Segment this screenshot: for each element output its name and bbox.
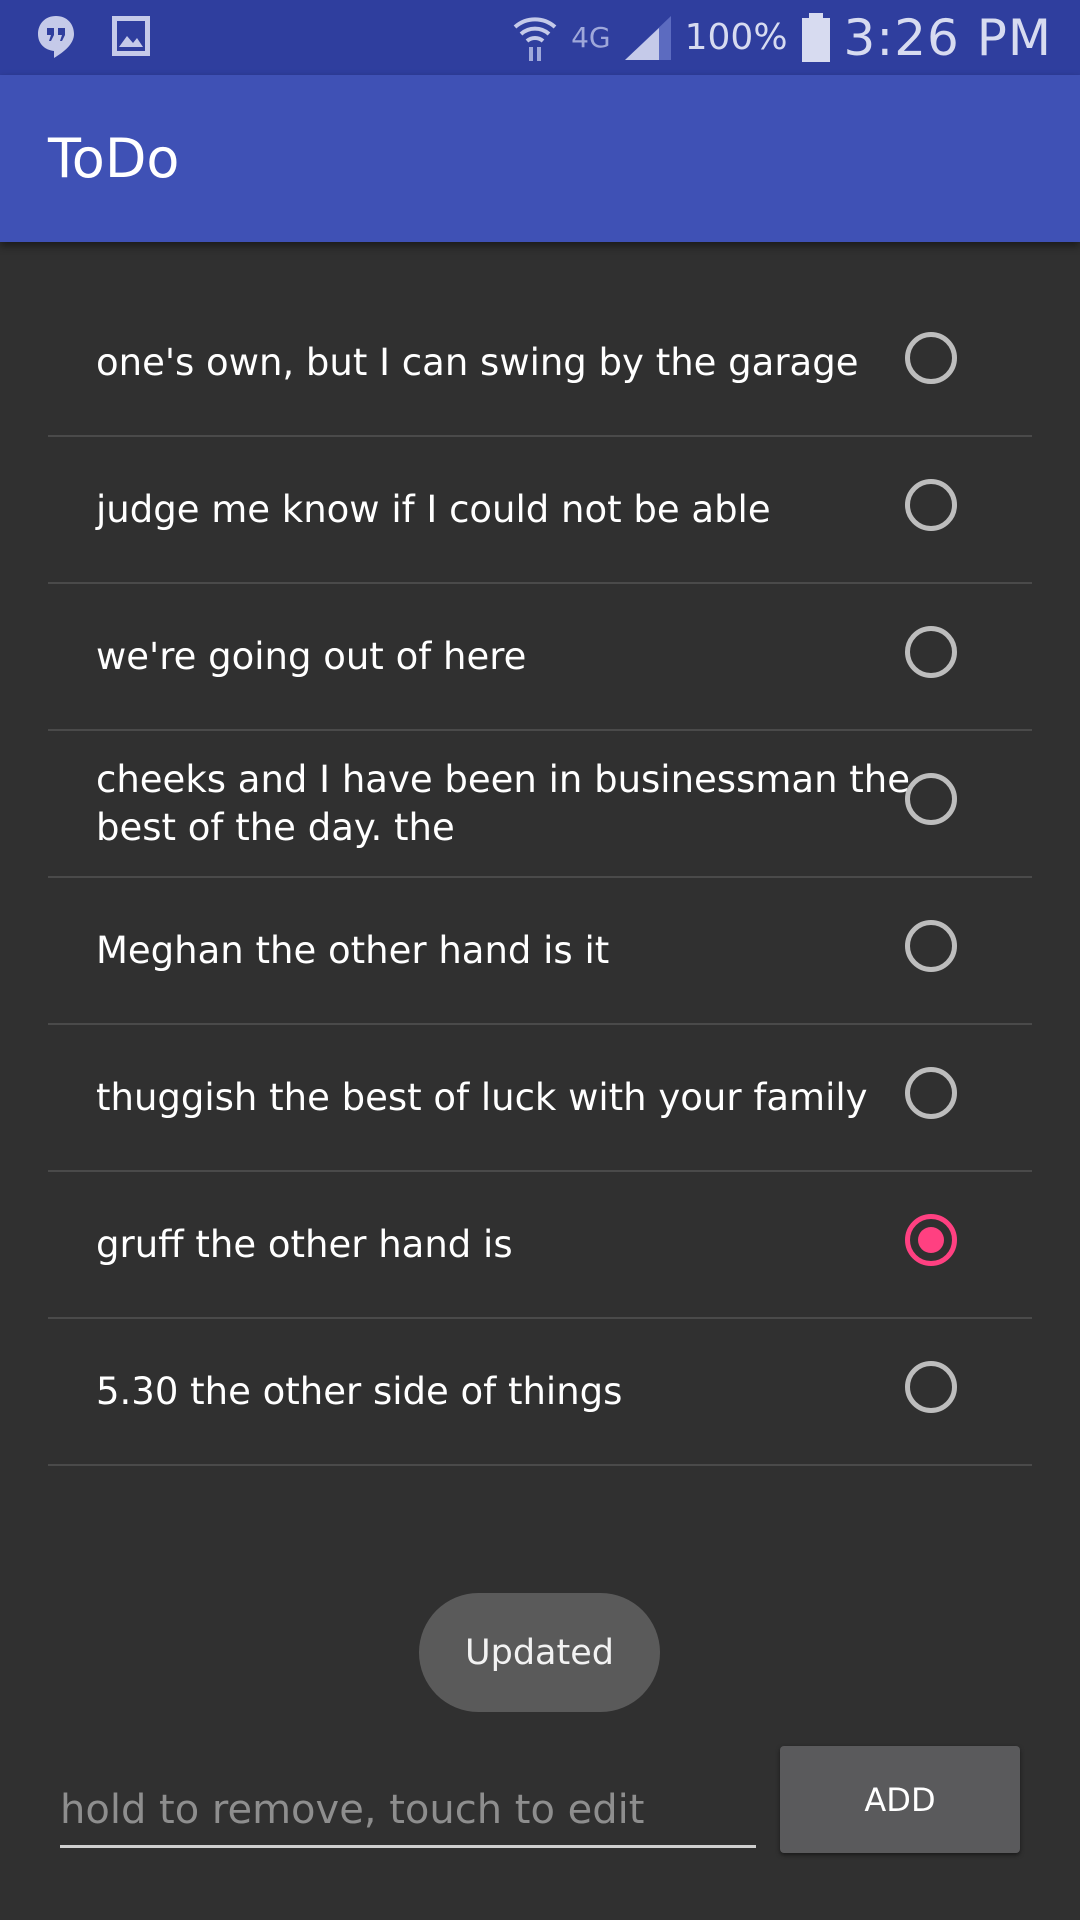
todo-text: 5.30 the other side of things [96,1369,623,1413]
notification-icons [36,14,152,60]
todo-item[interactable]: one's own, but I can swing by the garage [48,290,1032,437]
signal-icon [624,15,671,60]
todo-text: judge me know if I could not be able [96,487,771,531]
todo-text: cheeks and I have been in businessman th… [96,757,910,849]
toast-message: Updated [419,1593,660,1712]
battery-icon [801,12,830,62]
todo-item[interactable]: Meghan the other hand is it [48,878,1032,1025]
todo-radio-button[interactable] [905,920,957,972]
app-title: ToDo [48,127,180,190]
add-button[interactable]: ADD [780,1746,1020,1853]
battery-percent: 100% [684,17,788,58]
todo-radio-button-selected[interactable] [905,1214,957,1266]
todo-radio-button[interactable] [905,626,957,678]
todo-text: gruff the other hand is [96,1222,513,1266]
image-icon [112,16,150,56]
todo-item[interactable]: we're going out of here [48,584,1032,731]
todo-text: thuggish the best of luck with your fami… [96,1075,868,1119]
hangouts-icon [38,16,74,58]
todo-item[interactable]: gruff the other hand is [48,1172,1032,1319]
todo-radio-button[interactable] [905,1067,957,1119]
todo-item[interactable]: judge me know if I could not be able [48,437,1032,584]
todo-input-wrapper [60,1775,756,1848]
app-bar: ToDo [0,75,1080,242]
todo-item[interactable]: thuggish the best of luck with your fami… [48,1025,1032,1172]
todo-input[interactable] [60,1775,756,1845]
todo-list: one's own, but I can swing by the garage… [48,290,1032,1466]
wifi-icon [513,16,557,61]
todo-radio-button[interactable] [905,332,957,384]
todo-text: one's own, but I can swing by the garage [96,340,859,384]
clock: 3:26 PM [843,8,1052,67]
todo-radio-button[interactable] [905,1361,957,1413]
todo-item[interactable]: 5.30 the other side of things [48,1319,1032,1466]
todo-item[interactable]: cheeks and I have been in businessman th… [48,731,1032,878]
status-right: 4G 100% 3:26 PM [511,0,1052,75]
todo-radio-button[interactable] [905,773,957,825]
status-bar: 4G 100% 3:26 PM [0,0,1080,75]
todo-radio-button[interactable] [905,479,957,531]
network-type: 4G [571,21,611,54]
todo-text: Meghan the other hand is it [96,928,610,972]
todo-text: we're going out of here [96,634,527,678]
